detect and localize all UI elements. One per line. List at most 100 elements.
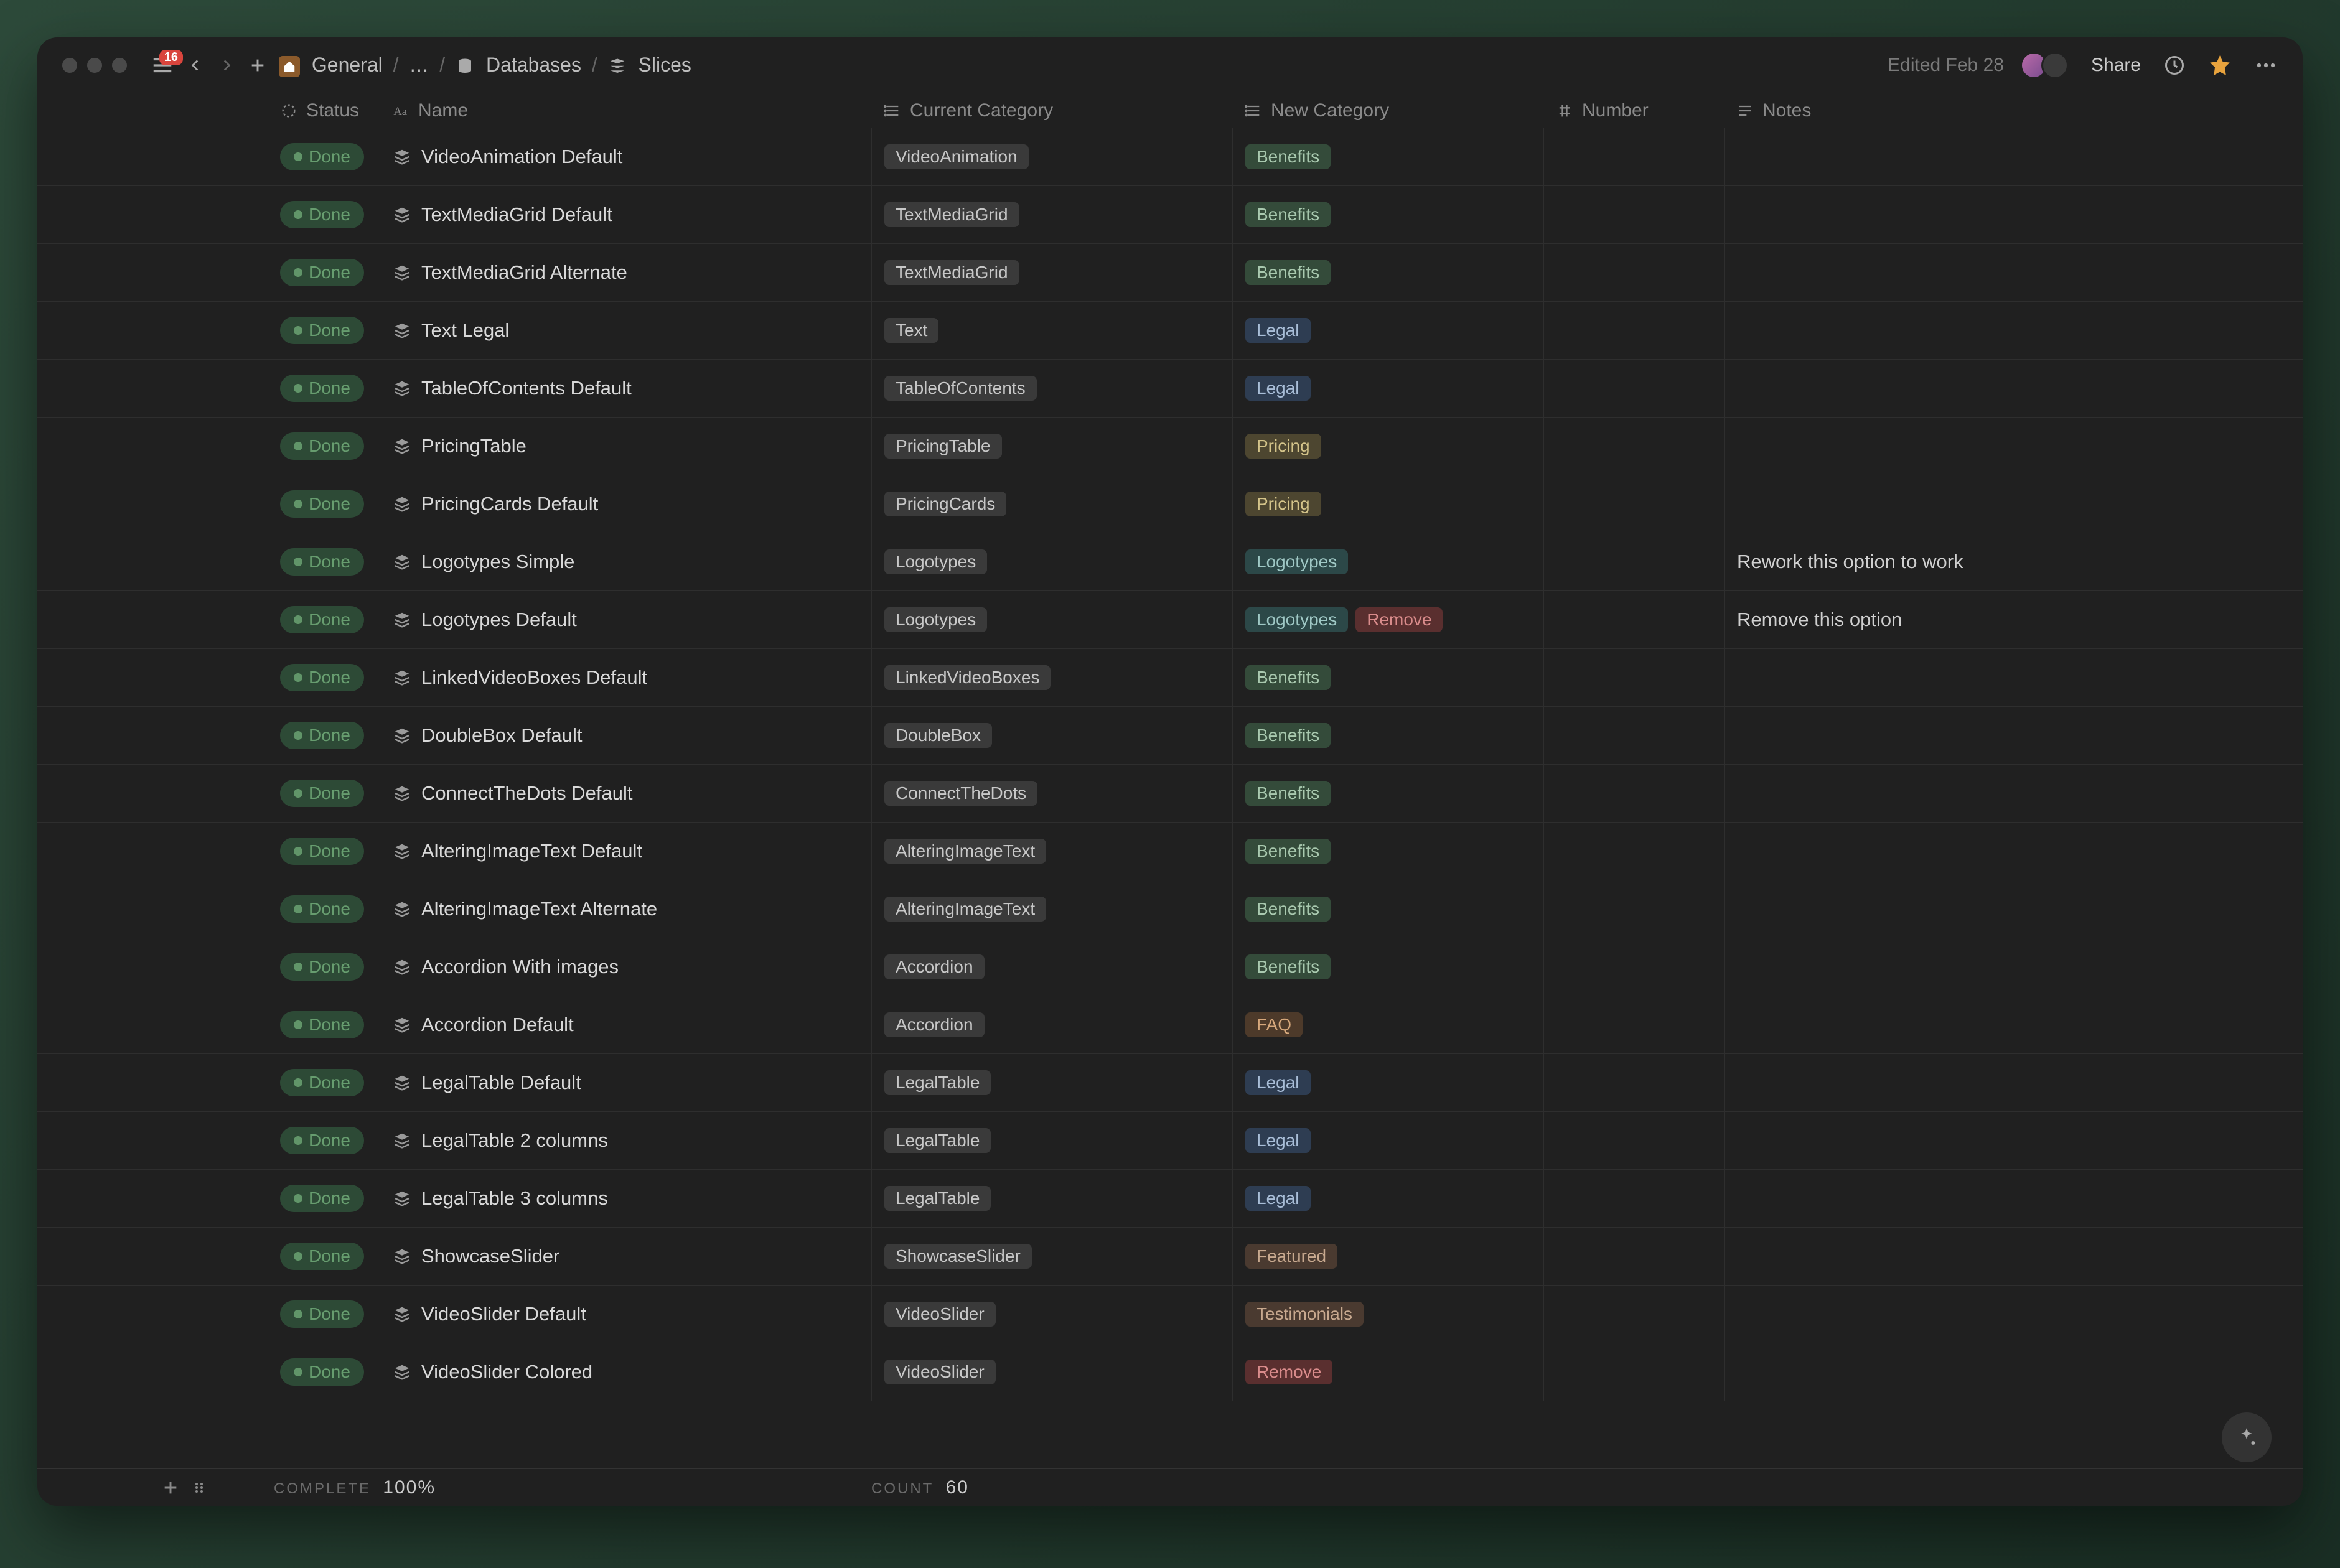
new-category-tag[interactable]: Benefits — [1245, 839, 1331, 864]
status-pill[interactable]: Done — [280, 1127, 364, 1154]
header-status[interactable]: Status — [37, 100, 380, 121]
status-pill[interactable]: Done — [280, 606, 364, 633]
status-pill[interactable]: Done — [280, 1358, 364, 1386]
new-category-tag[interactable]: Benefits — [1245, 665, 1331, 690]
status-pill[interactable]: Done — [280, 490, 364, 518]
current-category-tag[interactable]: ConnectTheDots — [884, 781, 1037, 806]
header-new[interactable]: New Category — [1232, 100, 1543, 121]
table-row[interactable]: DoneAccordion With imagesAccordionBenefi… — [37, 938, 2303, 996]
favorite-icon[interactable] — [2208, 54, 2232, 77]
status-pill[interactable]: Done — [280, 895, 364, 923]
more-icon[interactable] — [2254, 54, 2278, 77]
current-category-tag[interactable]: TextMediaGrid — [884, 260, 1019, 285]
current-category-tag[interactable]: VideoSlider — [884, 1360, 996, 1384]
nav-forward[interactable] — [217, 55, 236, 75]
current-category-tag[interactable]: Accordion — [884, 954, 985, 979]
status-pill[interactable]: Done — [280, 780, 364, 807]
status-pill[interactable]: Done — [280, 1069, 364, 1096]
new-category-tag[interactable]: Pricing — [1245, 434, 1321, 459]
status-pill[interactable]: Done — [280, 1185, 364, 1212]
new-category-tag[interactable]: Legal — [1245, 1186, 1311, 1211]
new-category-tag[interactable]: Featured — [1245, 1244, 1337, 1269]
nav-back[interactable] — [185, 55, 205, 75]
new-category-tag[interactable]: Benefits — [1245, 202, 1331, 227]
table-row[interactable]: DoneTextMediaGrid DefaultTextMediaGridBe… — [37, 186, 2303, 244]
new-category-tag[interactable]: Remove — [1355, 607, 1443, 632]
table-row[interactable]: DoneAccordion DefaultAccordionFAQ — [37, 996, 2303, 1054]
table-row[interactable]: DoneVideoAnimation DefaultVideoAnimation… — [37, 128, 2303, 186]
header-notes[interactable]: Notes — [1724, 100, 2303, 121]
current-category-tag[interactable]: PricingCards — [884, 492, 1006, 516]
status-pill[interactable]: Done — [280, 432, 364, 460]
new-category-tag[interactable]: Legal — [1245, 318, 1311, 343]
table-row[interactable]: DoneLogotypes SimpleLogotypesLogotypesRe… — [37, 533, 2303, 591]
home-icon[interactable] — [279, 56, 300, 77]
table-row[interactable]: DoneVideoSlider ColoredVideoSliderRemove — [37, 1343, 2303, 1401]
presence-avatars[interactable] — [2026, 52, 2069, 79]
table-row[interactable]: DoneAlteringImageText AlternateAlteringI… — [37, 880, 2303, 938]
new-category-tag[interactable]: Logotypes — [1245, 549, 1348, 574]
current-category-tag[interactable]: VideoSlider — [884, 1302, 996, 1327]
close-dot[interactable] — [62, 58, 77, 73]
header-number[interactable]: Number — [1543, 100, 1724, 121]
table-row[interactable]: DoneText LegalTextLegal — [37, 302, 2303, 360]
table-row[interactable]: DoneLegalTable DefaultLegalTableLegal — [37, 1054, 2303, 1112]
new-category-tag[interactable]: Logotypes — [1245, 607, 1348, 632]
status-pill[interactable]: Done — [280, 375, 364, 402]
current-category-tag[interactable]: ShowcaseSlider — [884, 1244, 1032, 1269]
table-row[interactable]: DonePricingCards DefaultPricingCardsPric… — [37, 475, 2303, 533]
new-category-tag[interactable]: Pricing — [1245, 492, 1321, 516]
new-category-tag[interactable]: FAQ — [1245, 1012, 1303, 1037]
table-row[interactable]: DoneLegalTable 3 columnsLegalTableLegal — [37, 1170, 2303, 1228]
status-pill[interactable]: Done — [280, 1243, 364, 1270]
new-category-tag[interactable]: Legal — [1245, 1070, 1311, 1095]
table-row[interactable]: DoneShowcaseSliderShowcaseSliderFeatured — [37, 1228, 2303, 1286]
current-category-tag[interactable]: Logotypes — [884, 607, 987, 632]
status-pill[interactable]: Done — [280, 1011, 364, 1038]
new-tab[interactable] — [248, 55, 268, 75]
sidebar-toggle[interactable]: 16 — [151, 54, 174, 77]
current-category-tag[interactable]: TextMediaGrid — [884, 202, 1019, 227]
current-category-tag[interactable]: Logotypes — [884, 549, 987, 574]
table-row[interactable]: DoneLegalTable 2 columnsLegalTableLegal — [37, 1112, 2303, 1170]
current-category-tag[interactable]: LegalTable — [884, 1128, 991, 1153]
current-category-tag[interactable]: AlteringImageText — [884, 897, 1046, 922]
drag-handle-icon[interactable] — [192, 1480, 207, 1495]
new-category-tag[interactable]: Benefits — [1245, 144, 1331, 169]
new-category-tag[interactable]: Remove — [1245, 1360, 1332, 1384]
share-button[interactable]: Share — [2091, 55, 2141, 76]
crumb-slices[interactable]: Slices — [639, 54, 691, 76]
current-category-tag[interactable]: LegalTable — [884, 1186, 991, 1211]
current-category-tag[interactable]: Text — [884, 318, 938, 343]
new-category-tag[interactable]: Testimonials — [1245, 1302, 1364, 1327]
current-category-tag[interactable]: Accordion — [884, 1012, 985, 1037]
current-category-tag[interactable]: TableOfContents — [884, 376, 1037, 401]
crumb-general[interactable]: General — [312, 54, 383, 76]
crumb-databases[interactable]: Databases — [486, 54, 581, 76]
current-category-tag[interactable]: VideoAnimation — [884, 144, 1029, 169]
status-pill[interactable]: Done — [280, 201, 364, 228]
new-category-tag[interactable]: Legal — [1245, 376, 1311, 401]
status-pill[interactable]: Done — [280, 317, 364, 344]
table-row[interactable]: DoneAlteringImageText DefaultAlteringIma… — [37, 823, 2303, 880]
status-pill[interactable]: Done — [280, 259, 364, 286]
current-category-tag[interactable]: DoubleBox — [884, 723, 992, 748]
current-category-tag[interactable]: AlteringImageText — [884, 839, 1046, 864]
status-pill[interactable]: Done — [280, 953, 364, 981]
header-name[interactable]: Aa Name — [380, 100, 871, 121]
new-category-tag[interactable]: Benefits — [1245, 781, 1331, 806]
current-category-tag[interactable]: LinkedVideoBoxes — [884, 665, 1051, 690]
status-pill[interactable]: Done — [280, 1300, 364, 1328]
new-category-tag[interactable]: Benefits — [1245, 723, 1331, 748]
ai-fab[interactable] — [2222, 1412, 2272, 1462]
table-row[interactable]: DoneVideoSlider DefaultVideoSliderTestim… — [37, 1286, 2303, 1343]
status-pill[interactable]: Done — [280, 722, 364, 749]
status-pill[interactable]: Done — [280, 664, 364, 691]
add-row-button[interactable] — [162, 1479, 179, 1496]
status-pill[interactable]: Done — [280, 143, 364, 170]
status-pill[interactable]: Done — [280, 548, 364, 576]
table-row[interactable]: DoneDoubleBox DefaultDoubleBoxBenefits — [37, 707, 2303, 765]
current-category-tag[interactable]: PricingTable — [884, 434, 1002, 459]
new-category-tag[interactable]: Benefits — [1245, 954, 1331, 979]
crumb-ellipsis[interactable]: … — [409, 54, 429, 76]
